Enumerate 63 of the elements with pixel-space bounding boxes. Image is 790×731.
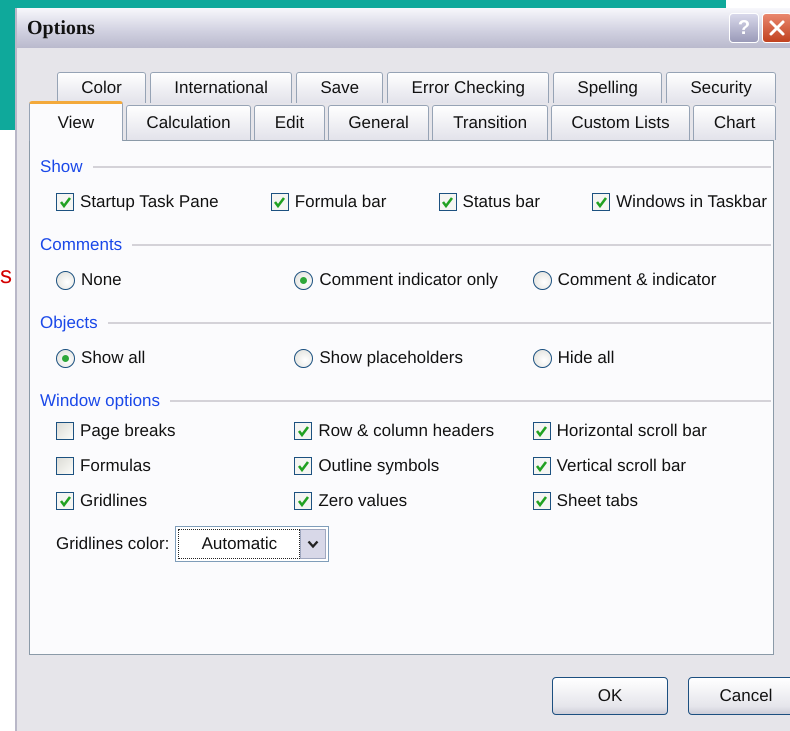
ok-button[interactable]: OK [552, 677, 668, 715]
tab[interactable]: Transition [432, 105, 548, 140]
checkbox[interactable] [532, 457, 551, 475]
checkbox[interactable] [56, 422, 74, 440]
tab[interactable]: Custom Lists [550, 105, 690, 140]
checkbox-label: Status bar [462, 192, 540, 212]
checkbox[interactable] [294, 457, 312, 475]
checkbox-label: Vertical scroll bar [556, 456, 686, 476]
radio-label: Show placeholders [319, 348, 463, 368]
cancel-button[interactable]: Cancel [688, 677, 790, 715]
tab[interactable]: Calculation [126, 105, 252, 140]
checkbox-label: Horizontal scroll bar [556, 421, 707, 441]
tab[interactable]: Color [57, 72, 146, 103]
radio-button[interactable] [532, 270, 552, 290]
checkbox-label: Gridlines [80, 491, 148, 511]
radio-button[interactable] [294, 348, 314, 368]
section-title: Objects [40, 313, 98, 333]
checkbox[interactable] [56, 457, 74, 475]
checkbox-label: Windows in Taskbar [616, 192, 767, 212]
checkbox[interactable] [56, 492, 74, 510]
close-button[interactable] [762, 13, 790, 43]
tab[interactable]: Edit [254, 105, 325, 140]
color-dropdown[interactable]: Automatic [175, 526, 330, 562]
tab[interactable]: Save [296, 72, 384, 103]
radio-label: Show all [81, 348, 146, 368]
checkbox[interactable] [532, 422, 551, 440]
radio-button[interactable] [56, 270, 75, 290]
checkbox-label: Page breaks [80, 421, 176, 441]
tab[interactable]: Error Checking [387, 72, 550, 103]
radio-label: Hide all [558, 348, 614, 368]
checkbox-label: Sheet tabs [556, 491, 638, 511]
checkbox-label: Formula bar [294, 192, 386, 212]
checkbox[interactable] [438, 193, 456, 211]
tab[interactable]: International [150, 72, 292, 103]
tab[interactable]: View [29, 101, 123, 141]
checkbox[interactable] [532, 492, 551, 510]
section-title: Show [40, 157, 83, 177]
radio-label: Comment indicator only [319, 270, 498, 290]
checkbox-label: Startup Task Pane [80, 192, 219, 212]
tab[interactable]: Chart [693, 105, 776, 140]
radio-label: Comment & indicator [558, 270, 716, 290]
radio-label: None [81, 270, 122, 290]
close-icon [767, 18, 787, 38]
background-text: s [0, 262, 12, 290]
tab[interactable]: Spelling [553, 72, 662, 103]
checkbox[interactable] [270, 193, 289, 211]
radio-button[interactable] [532, 348, 552, 368]
radio-button[interactable] [56, 348, 75, 368]
section-title: Comments [40, 235, 122, 255]
radio-button[interactable] [294, 270, 314, 290]
dropdown-label: Gridlines color: [56, 534, 170, 554]
tab[interactable]: General [328, 105, 430, 140]
checkbox-label: Formulas [80, 456, 151, 476]
checkbox-label: Outline symbols [318, 456, 440, 476]
checkbox[interactable] [294, 492, 312, 510]
checkbox[interactable] [592, 193, 610, 211]
checkbox-label: Zero values [318, 491, 408, 511]
checkbox[interactable] [56, 193, 74, 211]
tab[interactable]: Security [666, 72, 776, 103]
window-title: Options [27, 16, 95, 40]
checkbox[interactable] [294, 422, 312, 440]
section-title: Window options [40, 391, 160, 411]
checkbox-label: Row & column headers [318, 421, 494, 441]
